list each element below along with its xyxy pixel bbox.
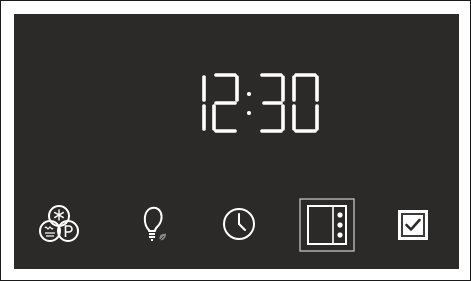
digit-2 (212, 73, 239, 133)
appliance-display-frame: 12:30 (0, 0, 471, 281)
defrost-proof-mode-icon[interactable] (39, 204, 79, 244)
clock-icon[interactable] (221, 206, 257, 242)
seven-segment-digits (202, 73, 319, 133)
menu-icon[interactable] (299, 198, 355, 252)
confirm-icon[interactable] (397, 209, 429, 241)
digit-3 (260, 73, 285, 133)
clock-colon (247, 92, 251, 115)
control-panel: 12:30 (14, 14, 459, 269)
oven-light-icon[interactable] (136, 204, 176, 244)
time-display: 12:30 (192, 72, 322, 134)
digit-0 (292, 73, 319, 133)
